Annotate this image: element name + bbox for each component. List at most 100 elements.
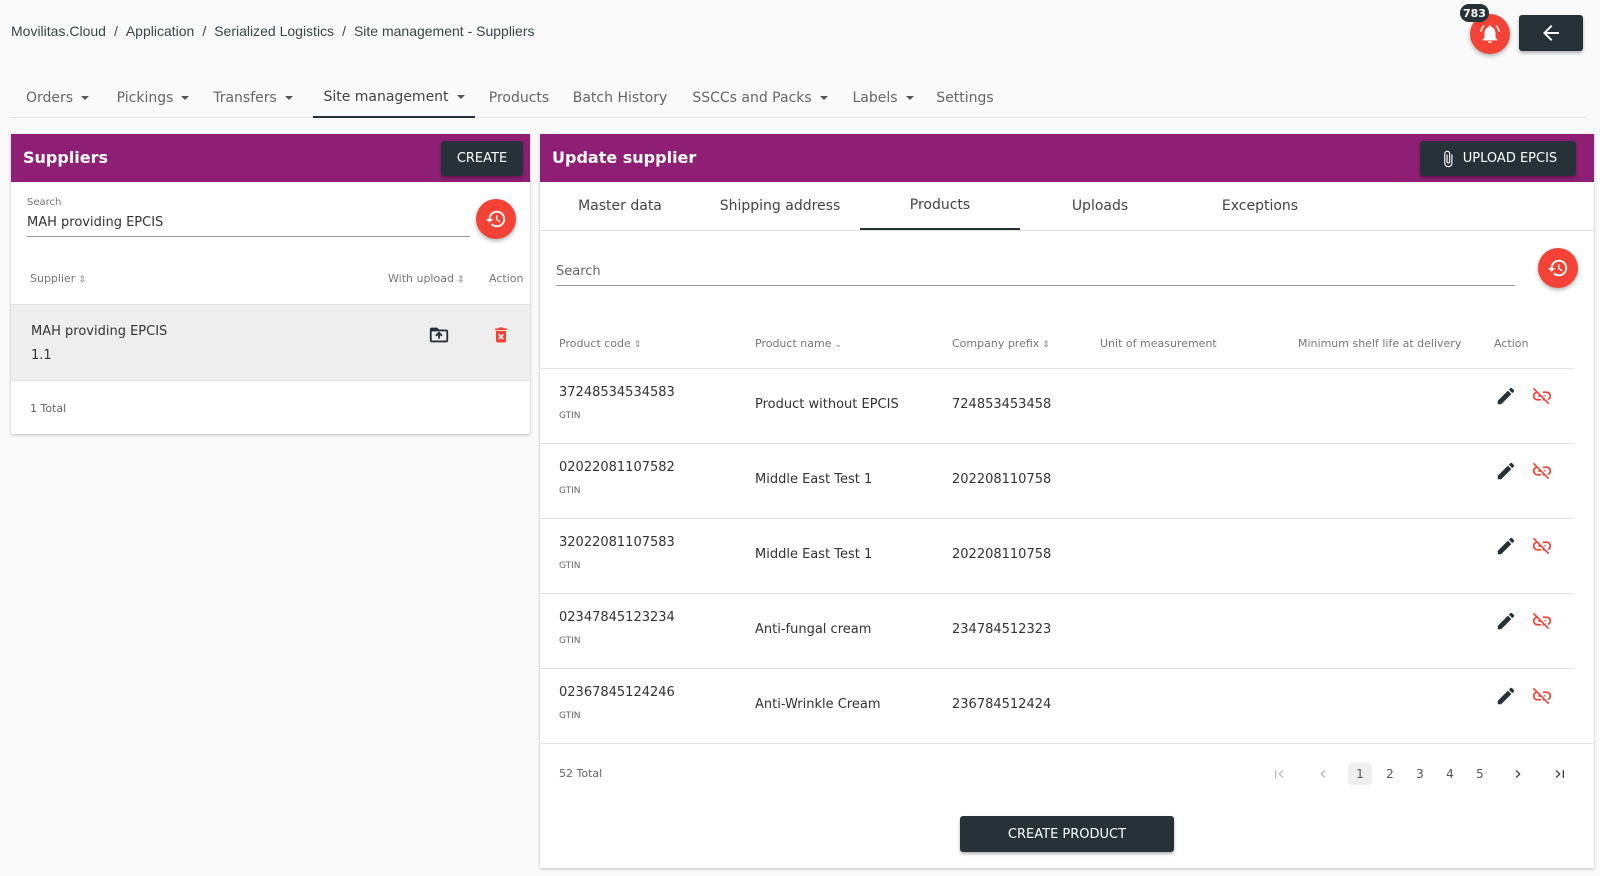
breadcrumb-item-serialized-logistics[interactable]: Serialized Logistics bbox=[214, 23, 334, 39]
update-supplier-panel: Update supplier UPLOAD EPCIS Master data… bbox=[540, 134, 1594, 868]
column-min-shelf-life: Minimum shelf life at delivery bbox=[1298, 337, 1462, 350]
caret-down-icon bbox=[456, 95, 465, 99]
nav-pickings[interactable]: Pickings bbox=[104, 78, 202, 118]
tab-shipping-address[interactable]: Shipping address bbox=[700, 182, 860, 230]
arrow-left-icon bbox=[1543, 25, 1559, 41]
nav-batch-history[interactable]: Batch History bbox=[568, 78, 672, 118]
product-name: Middle East Test 1 bbox=[755, 472, 873, 487]
link-off-icon bbox=[1532, 462, 1552, 480]
company-prefix: 202208110758 bbox=[952, 472, 1052, 487]
nav-transfers-label: Transfers bbox=[213, 90, 277, 106]
tab-uploads[interactable]: Uploads bbox=[1020, 182, 1180, 230]
main-nav: Orders Pickings Transfers Site managemen… bbox=[11, 78, 1586, 118]
unlink-product-button[interactable] bbox=[1530, 610, 1554, 632]
column-company-prefix[interactable]: Company prefix ⇕ bbox=[952, 337, 1050, 350]
product-row[interactable]: 02347845123234 GTIN Anti-fungal cream 23… bbox=[540, 593, 1574, 667]
notification-count-badge: 783 bbox=[1460, 4, 1489, 22]
bell-icon bbox=[1480, 25, 1500, 44]
edit-product-button[interactable] bbox=[1495, 535, 1517, 557]
nav-settings-label: Settings bbox=[936, 90, 994, 106]
sort-icon: ⇕ bbox=[1042, 340, 1050, 350]
product-code: 02347845123234 bbox=[559, 610, 675, 625]
edit-product-button[interactable] bbox=[1495, 460, 1517, 482]
last-page-button[interactable] bbox=[1548, 763, 1572, 785]
column-action: Action bbox=[1494, 337, 1529, 350]
product-row[interactable]: 37248534534583 GTIN Product without EPCI… bbox=[540, 368, 1574, 442]
delete-supplier-button[interactable] bbox=[491, 324, 511, 346]
column-unit-of-measurement: Unit of measurement bbox=[1100, 337, 1217, 350]
unlink-product-button[interactable] bbox=[1530, 535, 1554, 557]
reset-search-button[interactable] bbox=[476, 199, 516, 239]
nav-site-management-label: Site management bbox=[323, 89, 449, 105]
first-page-button[interactable] bbox=[1267, 763, 1291, 785]
product-code-type: GTIN bbox=[559, 711, 581, 721]
products-total: 52 Total bbox=[559, 767, 603, 780]
column-with-upload[interactable]: With upload ⇕ bbox=[388, 272, 464, 285]
upload-epcis-button[interactable]: UPLOAD EPCIS bbox=[1420, 141, 1576, 176]
column-action: Action bbox=[489, 272, 524, 285]
next-page-button[interactable] bbox=[1506, 763, 1530, 785]
upload-folder-button[interactable] bbox=[427, 324, 451, 346]
tab-products[interactable]: Products bbox=[860, 182, 1020, 230]
create-supplier-button[interactable]: CREATE bbox=[441, 141, 523, 176]
edit-product-button[interactable] bbox=[1495, 685, 1517, 707]
breadcrumb: Movilitas.Cloud / Application / Serialized L… bbox=[11, 23, 535, 39]
page-1-button[interactable]: 1 bbox=[1348, 763, 1372, 785]
column-product-name[interactable]: Product name ⌄ bbox=[755, 337, 842, 350]
edit-product-button[interactable] bbox=[1495, 385, 1517, 407]
supplier-row[interactable]: MAH providing EPCIS 1.1 bbox=[11, 304, 530, 380]
sort-icon: ⇕ bbox=[78, 275, 86, 285]
nav-labels-label: Labels bbox=[852, 90, 898, 106]
product-code-type: GTIN bbox=[559, 636, 581, 646]
breadcrumb-item-root[interactable]: Movilitas.Cloud bbox=[11, 23, 106, 39]
back-button[interactable] bbox=[1519, 15, 1583, 51]
upload-epcis-label: UPLOAD EPCIS bbox=[1462, 151, 1558, 166]
unlink-product-button[interactable] bbox=[1530, 460, 1554, 482]
product-search-input[interactable]: Search bbox=[556, 264, 601, 279]
product-name: Anti-Wrinkle Cream bbox=[755, 697, 881, 712]
update-supplier-header: Update supplier UPLOAD EPCIS bbox=[540, 134, 1594, 182]
company-prefix: 234784512323 bbox=[952, 622, 1052, 637]
tab-master-data[interactable]: Master data bbox=[540, 182, 700, 230]
reset-product-search-button[interactable] bbox=[1538, 248, 1578, 288]
sort-desc-icon: ⌄ bbox=[834, 340, 843, 350]
breadcrumb-item-application[interactable]: Application bbox=[126, 23, 195, 39]
create-product-button[interactable]: CREATE PRODUCT bbox=[960, 816, 1174, 852]
prev-page-button[interactable] bbox=[1311, 763, 1335, 785]
tab-exceptions[interactable]: Exceptions bbox=[1180, 182, 1340, 230]
first-page-icon bbox=[1275, 770, 1284, 778]
edit-product-button[interactable] bbox=[1495, 610, 1517, 632]
nav-labels[interactable]: Labels bbox=[840, 78, 926, 118]
page-3-button[interactable]: 3 bbox=[1408, 763, 1432, 785]
caret-down-icon bbox=[181, 96, 190, 100]
page-2-button[interactable]: 2 bbox=[1378, 763, 1402, 785]
breadcrumb-item-current: Site management - Suppliers bbox=[353, 23, 535, 39]
nav-orders[interactable]: Orders bbox=[11, 78, 104, 118]
unlink-product-button[interactable] bbox=[1530, 685, 1554, 707]
nav-products[interactable]: Products bbox=[479, 78, 559, 118]
page-4-button[interactable]: 4 bbox=[1438, 763, 1462, 785]
tabs-divider bbox=[540, 230, 1594, 231]
nav-ssccs-and-packs[interactable]: SSCCs and Packs bbox=[685, 78, 835, 118]
nav-products-label: Products bbox=[488, 90, 550, 106]
nav-site-management[interactable]: Site management bbox=[313, 78, 475, 118]
nav-transfers[interactable]: Transfers bbox=[202, 78, 304, 118]
supplier-search-input[interactable]: MAH providing EPCIS bbox=[27, 215, 163, 230]
product-row[interactable]: 32022081107583 GTIN Middle East Test 1 2… bbox=[540, 518, 1574, 592]
nav-settings[interactable]: Settings bbox=[929, 78, 1001, 118]
product-code: 32022081107583 bbox=[559, 535, 675, 550]
product-search-underline bbox=[556, 285, 1515, 286]
sort-icon: ⇕ bbox=[456, 275, 465, 285]
pencil-icon bbox=[1497, 387, 1515, 405]
company-prefix: 724853453458 bbox=[952, 397, 1052, 412]
suppliers-total: 1 Total bbox=[30, 402, 67, 415]
column-supplier[interactable]: Supplier ⇕ bbox=[30, 272, 86, 285]
product-row[interactable]: 02367845124246 GTIN Anti-Wrinkle Cream 2… bbox=[540, 668, 1574, 742]
history-icon bbox=[485, 210, 506, 228]
column-product-code[interactable]: Product code ⇕ bbox=[559, 337, 641, 350]
page-5-button[interactable]: 5 bbox=[1468, 763, 1492, 785]
unlink-product-button[interactable] bbox=[1530, 385, 1554, 407]
product-row[interactable]: 02022081107582 GTIN Middle East Test 1 2… bbox=[540, 443, 1574, 517]
sort-icon: ⇕ bbox=[633, 340, 642, 350]
product-code: 37248534534583 bbox=[559, 385, 675, 400]
